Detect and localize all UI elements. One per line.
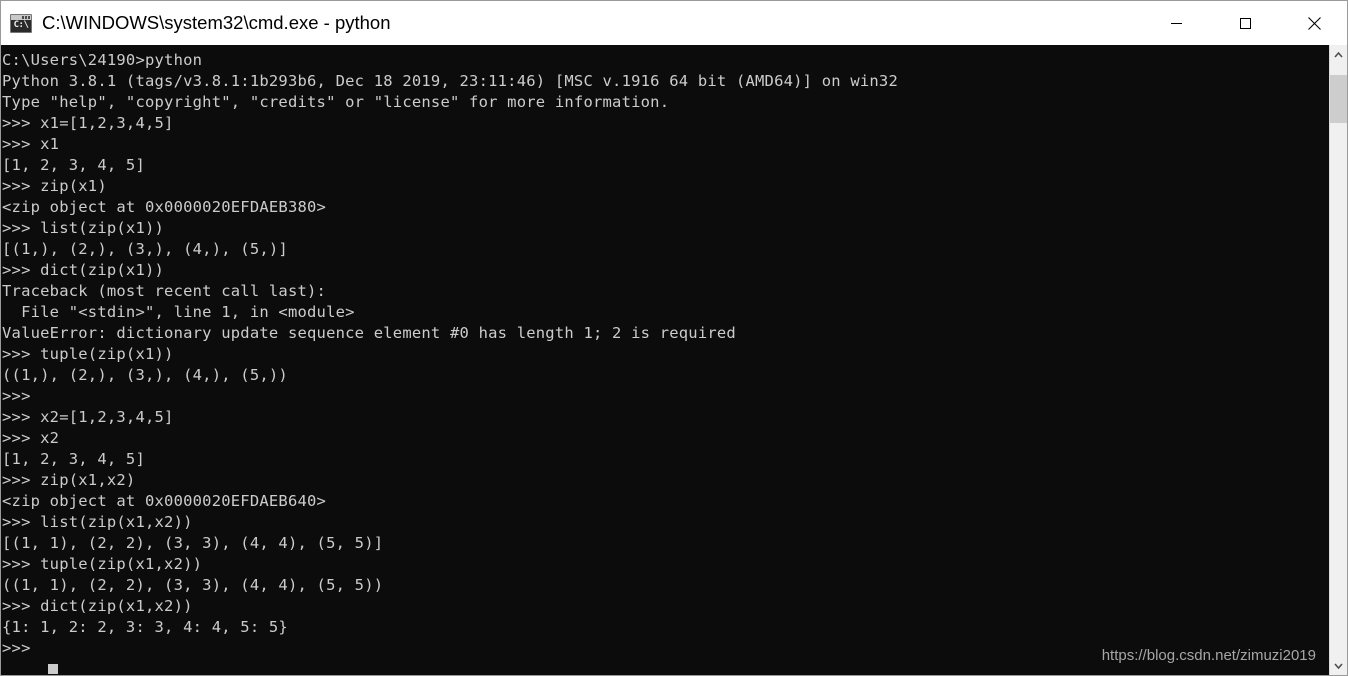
- vertical-scrollbar[interactable]: [1329, 45, 1347, 675]
- window-titlebar[interactable]: C:\ C:\WINDOWS\system32\cmd.exe - python: [1, 1, 1347, 45]
- window-controls: [1142, 1, 1347, 45]
- titlebar-left-group: C:\ C:\WINDOWS\system32\cmd.exe - python: [1, 12, 1142, 34]
- cmd-exe-icon: C:\: [10, 13, 32, 33]
- maximize-button[interactable]: [1211, 1, 1280, 45]
- window-title: C:\WINDOWS\system32\cmd.exe - python: [42, 12, 391, 33]
- scroll-down-button[interactable]: [1330, 656, 1347, 675]
- cmd-icon-glyph: C:\: [13, 19, 29, 30]
- minimize-button[interactable]: [1142, 1, 1211, 45]
- scrollbar-thumb[interactable]: [1330, 75, 1347, 123]
- scroll-up-button[interactable]: [1330, 45, 1347, 65]
- close-button[interactable]: [1280, 1, 1347, 45]
- text-cursor: [48, 664, 58, 674]
- cmd-window: C:\ C:\WINDOWS\system32\cmd.exe - python: [0, 0, 1348, 676]
- console-output-area[interactable]: C:\Users\24190>python Python 3.8.1 (tags…: [1, 45, 1331, 675]
- console-text: C:\Users\24190>python Python 3.8.1 (tags…: [2, 51, 898, 657]
